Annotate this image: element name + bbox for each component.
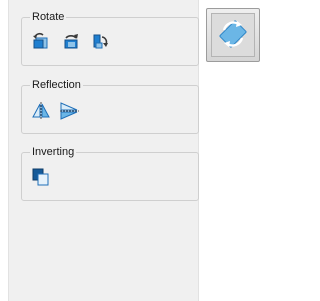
rotate-180-button[interactable] [60, 30, 82, 52]
flip-vertical-button[interactable] [58, 100, 80, 122]
invert-button[interactable] [30, 166, 52, 188]
rotate-sync-button-face [211, 13, 255, 57]
reflection-group: Reflection [21, 78, 199, 134]
flip-horizontal-button[interactable] [30, 100, 52, 122]
flip-horizontal-icon [31, 101, 51, 121]
rotate-right-icon [91, 31, 111, 51]
inverting-group-title: Inverting [30, 145, 77, 159]
rotate-left-icon [31, 31, 51, 51]
rotate-sync-button[interactable] [206, 8, 260, 62]
flip-vertical-icon [58, 101, 80, 121]
inverting-group: Inverting [21, 145, 199, 201]
rotate-group-title: Rotate [30, 10, 67, 24]
rotate-left-button[interactable] [30, 30, 52, 52]
rotate-sync-icon [215, 16, 251, 55]
rotate-right-button[interactable] [90, 30, 112, 52]
rotate-group: Rotate [21, 10, 199, 66]
transform-panel: Rotate Reflection Inverting [8, 0, 199, 301]
reflection-group-title: Reflection [30, 78, 83, 92]
invert-icon [31, 167, 51, 187]
rotate-180-icon [61, 31, 81, 51]
